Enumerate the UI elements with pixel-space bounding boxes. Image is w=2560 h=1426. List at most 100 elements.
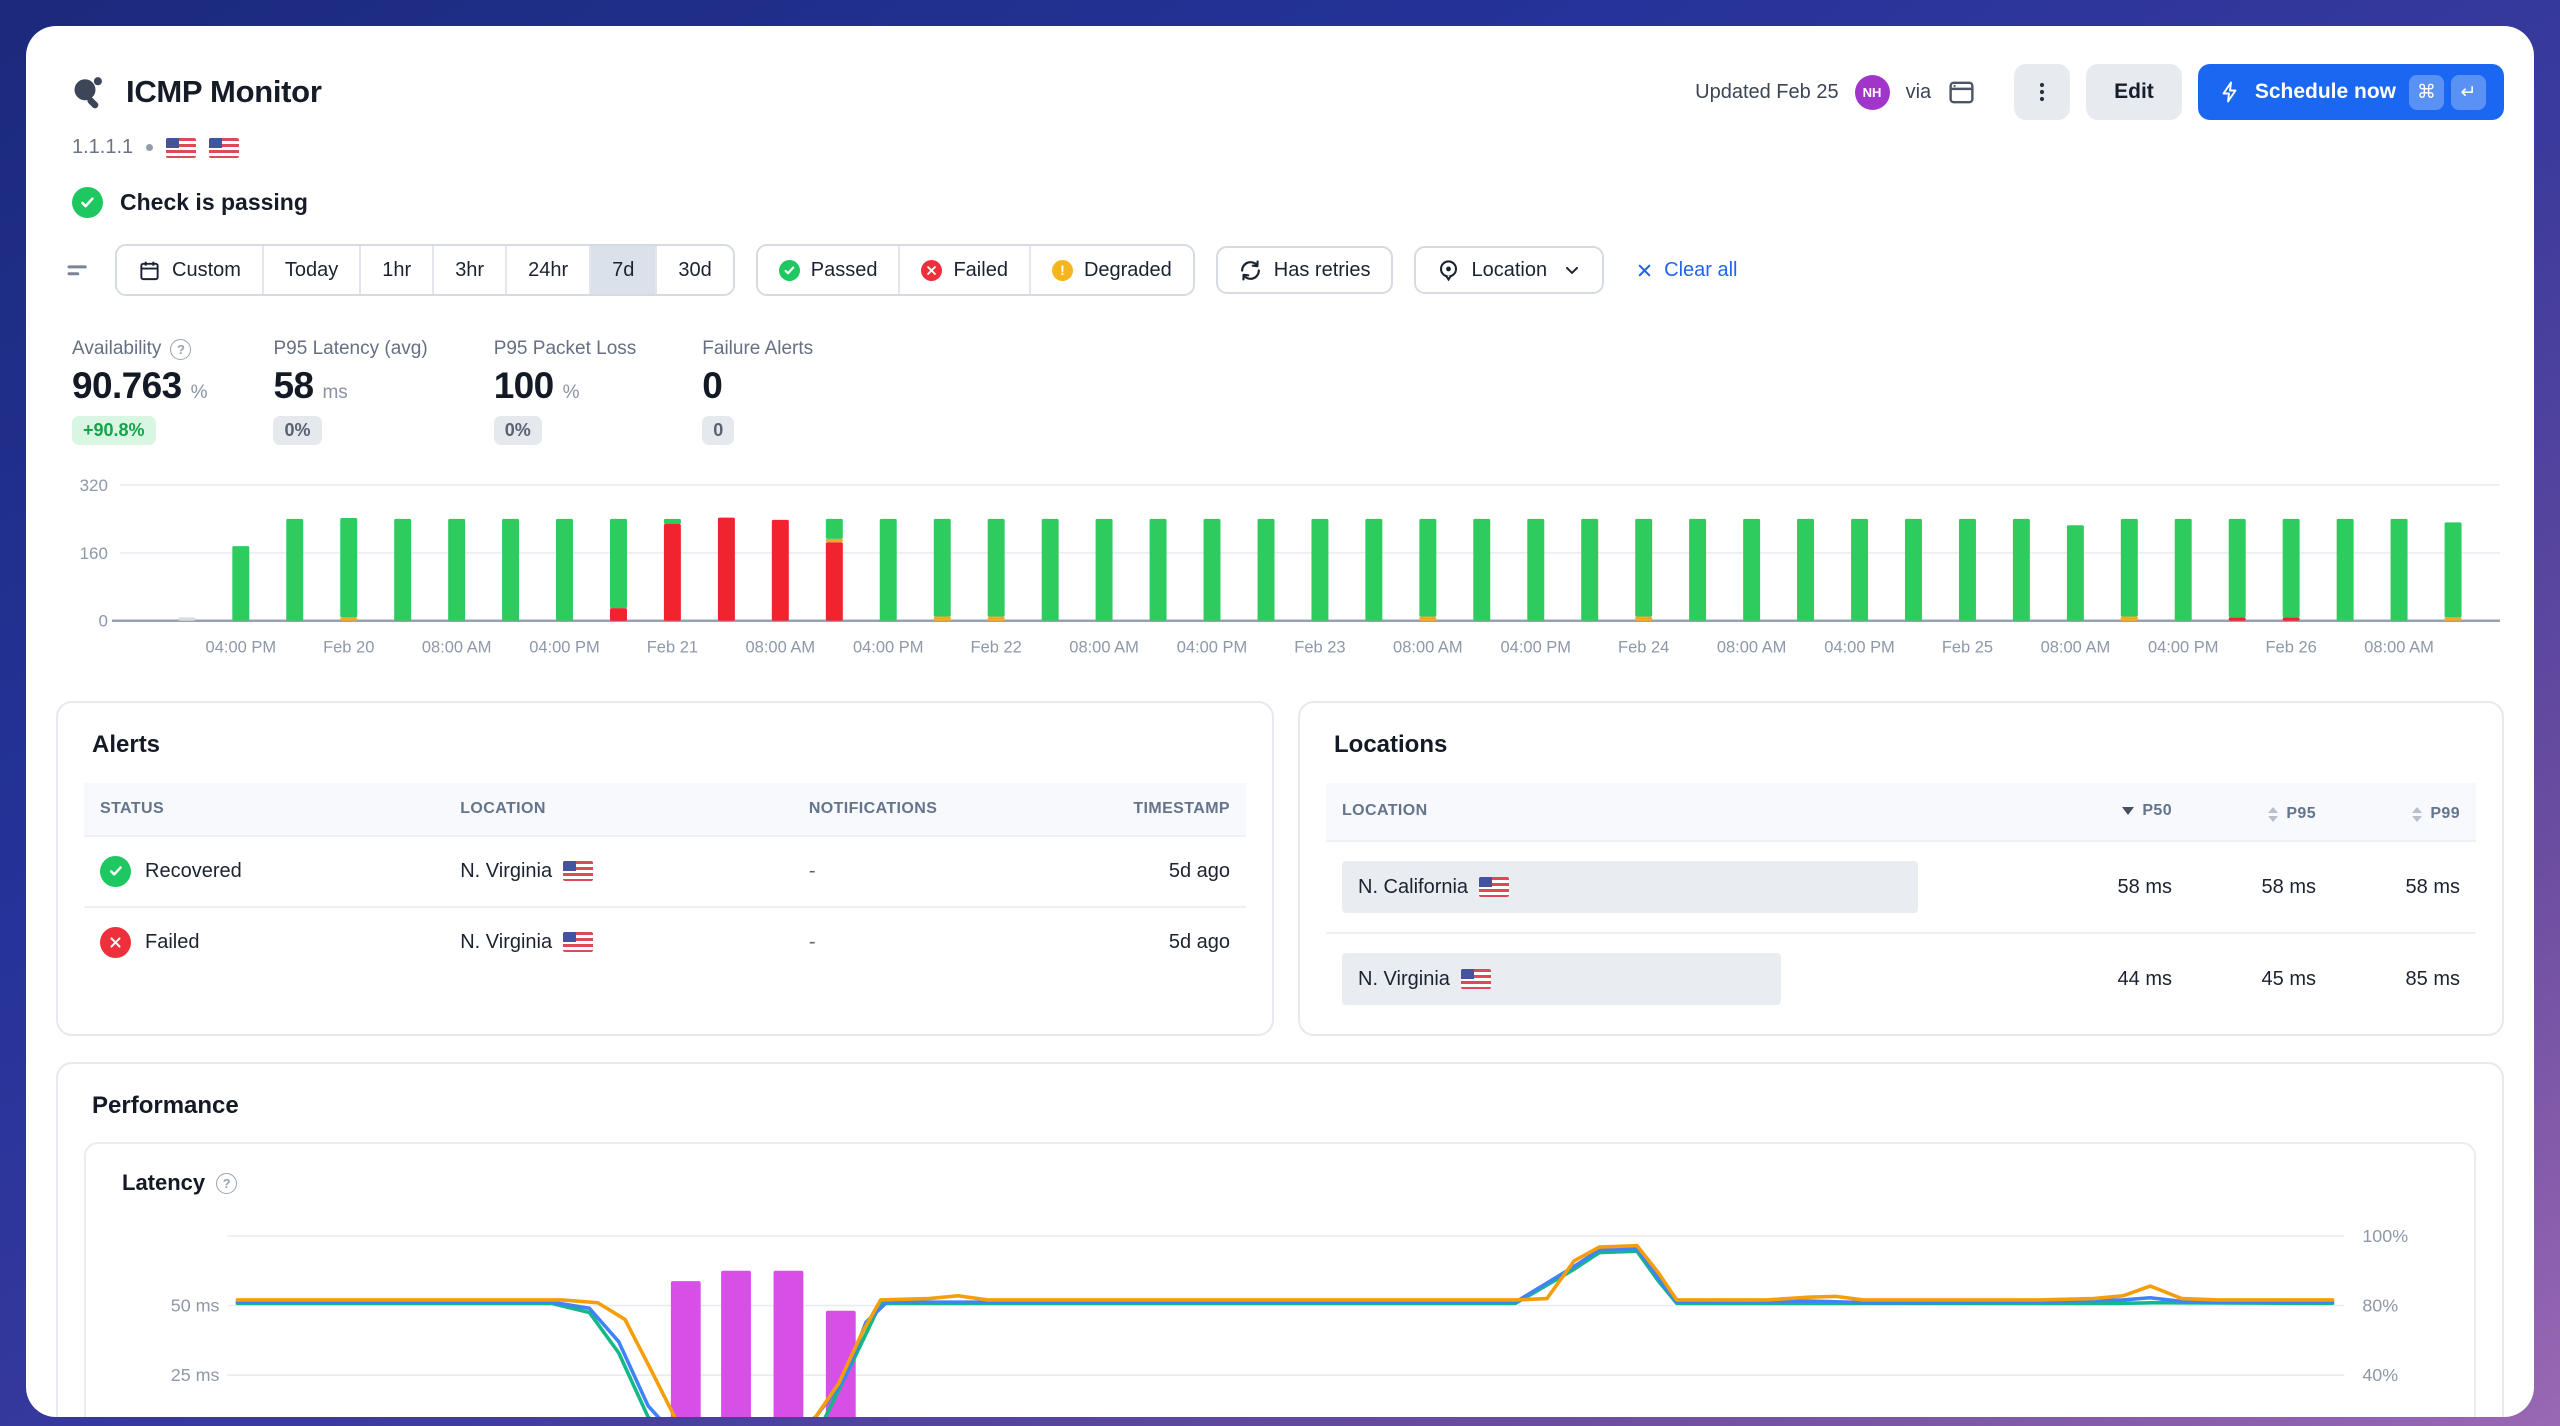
target-row: 1.1.1.1 xyxy=(72,136,2504,159)
locations-panel: Locations LocationP50P95P99 N. Californi… xyxy=(1298,701,2504,1037)
time-range-30d[interactable]: 30d xyxy=(655,246,732,294)
locations-column-header[interactable]: P50 xyxy=(2044,783,2188,842)
stat-value-row: 100% xyxy=(494,365,637,407)
stat-label-text: P95 Latency (avg) xyxy=(273,338,427,360)
svg-text:100%: 100% xyxy=(2362,1226,2408,1246)
us-flag-icon xyxy=(166,138,196,158)
location-dropdown[interactable]: Location xyxy=(1414,246,1605,294)
location-text: N. Virginia xyxy=(1358,968,1450,991)
sort-header: P95 xyxy=(2204,805,2316,823)
time-range-today[interactable]: Today xyxy=(262,246,359,294)
column-label: P95 xyxy=(2286,805,2316,823)
time-range-24hr[interactable]: 24hr xyxy=(505,246,589,294)
chevron-down-icon xyxy=(1562,260,1582,280)
stat-badge-wrap: 0 xyxy=(702,407,813,445)
more-actions-button[interactable] xyxy=(2014,64,2070,120)
status-filter-degraded[interactable]: !Degraded xyxy=(1029,246,1193,294)
locations-table: LocationP50P95P99 N. California58 ms58 m… xyxy=(1326,783,2476,1025)
status-filter-label: Degraded xyxy=(1084,259,1172,282)
location-cell: N. California xyxy=(1326,841,2044,933)
location-usage-bar: N. California xyxy=(1342,861,1918,913)
svg-text:40%: 40% xyxy=(2362,1365,2398,1385)
p99-cell: 85 ms xyxy=(2332,933,2476,1024)
time-range-custom[interactable]: Custom xyxy=(117,246,262,294)
status-filter-label: Failed xyxy=(953,259,1007,282)
stat-value: 0 xyxy=(702,365,722,407)
updated-text: Updated Feb 25 xyxy=(1695,81,1838,104)
alerts-column-header[interactable]: Location xyxy=(444,783,793,836)
stat-value: 90.763 xyxy=(72,365,182,407)
latency-svg: 100%50 ms80%25 ms40%00%Feb 2012:00 PMFeb… xyxy=(116,1214,2444,1417)
alerts-column-header[interactable]: Notifications xyxy=(793,783,1084,836)
status-filter-failed[interactable]: Failed xyxy=(898,246,1028,294)
time-range-3hr[interactable]: 3hr xyxy=(432,246,505,294)
schedule-now-button[interactable]: Schedule now ⌘ ↵ xyxy=(2198,64,2504,120)
locations-column-header[interactable]: P95 xyxy=(2188,783,2332,842)
kebab-icon xyxy=(2030,80,2054,104)
column-label: P99 xyxy=(2430,805,2460,823)
alerts-column-header[interactable]: Status xyxy=(84,783,444,836)
svg-text:Feb 24: Feb 24 xyxy=(1618,639,1669,657)
has-retries-button[interactable]: Has retries xyxy=(1216,246,1393,294)
svg-text:08:00 AM: 08:00 AM xyxy=(1393,639,1463,657)
svg-text:08:00 AM: 08:00 AM xyxy=(422,639,492,657)
alert-status-cell: Failed xyxy=(84,907,444,977)
schedule-now-label: Schedule now xyxy=(2255,80,2396,104)
p50-cell: 58 ms xyxy=(2044,841,2188,933)
time-range-label: 24hr xyxy=(528,259,568,282)
time-range-label: Today xyxy=(285,259,338,282)
us-flag-icon xyxy=(1461,969,1491,989)
help-icon[interactable]: ? xyxy=(216,1173,237,1194)
time-range-1hr[interactable]: 1hr xyxy=(359,246,432,294)
svg-text:Feb 22: Feb 22 xyxy=(971,639,1022,657)
stat-value: 100 xyxy=(494,365,554,407)
status-filter-passed[interactable]: Passed xyxy=(758,246,899,294)
check-status-row: Check is passing xyxy=(72,187,2504,218)
svg-text:80%: 80% xyxy=(2362,1296,2398,1316)
avatar[interactable]: NH xyxy=(1855,75,1890,110)
stat-label: P95 Latency (avg) xyxy=(273,338,427,360)
sort-icon[interactable] xyxy=(2268,807,2278,822)
sort-icon[interactable] xyxy=(2412,807,2422,822)
location-cell: N. Virginia xyxy=(1326,933,2044,1024)
edit-button[interactable]: Edit xyxy=(2086,64,2182,120)
stat-value: 58 xyxy=(273,365,313,407)
sort-up-arrow xyxy=(2412,807,2422,813)
filter-icon[interactable] xyxy=(64,255,94,285)
svg-text:08:00 AM: 08:00 AM xyxy=(746,639,816,657)
filter-bar: Custom Today 1hr3hr 24hr 7d30d Passed Failed!… xyxy=(64,244,2504,296)
alert-timestamp-cell: 5d ago xyxy=(1083,907,1246,977)
cmd-keycap: ⌘ xyxy=(2409,75,2444,110)
ping-monitor-icon xyxy=(70,74,106,110)
passed-dot-icon xyxy=(779,260,800,281)
table-row[interactable]: N. Virginia44 ms45 ms85 ms xyxy=(1326,933,2476,1024)
locations-column-header[interactable]: P99 xyxy=(2332,783,2476,842)
page-title: ICMP Monitor xyxy=(126,74,322,110)
alert-status-cell: Recovered xyxy=(84,836,444,907)
clear-all-button[interactable]: Clear all xyxy=(1629,258,1743,283)
performance-title: Performance xyxy=(92,1092,2476,1120)
alerts-column-header[interactable]: Timestamp xyxy=(1083,783,1246,836)
alert-status-text: Recovered xyxy=(145,860,242,883)
table-row[interactable]: N. California58 ms58 ms58 ms xyxy=(1326,841,2476,933)
alert-status: Recovered xyxy=(100,856,428,887)
stat-badge-wrap: +90.8% xyxy=(72,407,207,445)
stat-p95-packet-loss: P95 Packet Loss100%0% xyxy=(494,338,637,445)
svg-text:04:00 PM: 04:00 PM xyxy=(1177,639,1248,657)
dot-separator xyxy=(146,144,153,151)
time-range-label: Custom xyxy=(172,259,241,282)
sort-header: P50 xyxy=(2060,802,2172,820)
us-flag-icon xyxy=(1479,877,1509,897)
time-range-7d[interactable]: 7d xyxy=(589,246,655,294)
status-filter-label: Passed xyxy=(811,259,878,282)
latency-title: Latency xyxy=(122,1170,205,1196)
location-usage-bar: N. Virginia xyxy=(1342,953,1781,1005)
svg-text:04:00 PM: 04:00 PM xyxy=(1824,639,1895,657)
sort-desc-icon[interactable] xyxy=(2122,807,2134,815)
table-row[interactable]: FailedN. Virginia-5d ago xyxy=(84,907,1246,977)
help-icon[interactable]: ? xyxy=(170,339,191,360)
locations-column-header[interactable]: Location xyxy=(1326,783,2044,842)
us-flag-icon xyxy=(209,138,239,158)
table-row[interactable]: RecoveredN. Virginia-5d ago xyxy=(84,836,1246,907)
latency-chart: 100%50 ms80%25 ms40%00%Feb 2012:00 PMFeb… xyxy=(116,1214,2444,1417)
